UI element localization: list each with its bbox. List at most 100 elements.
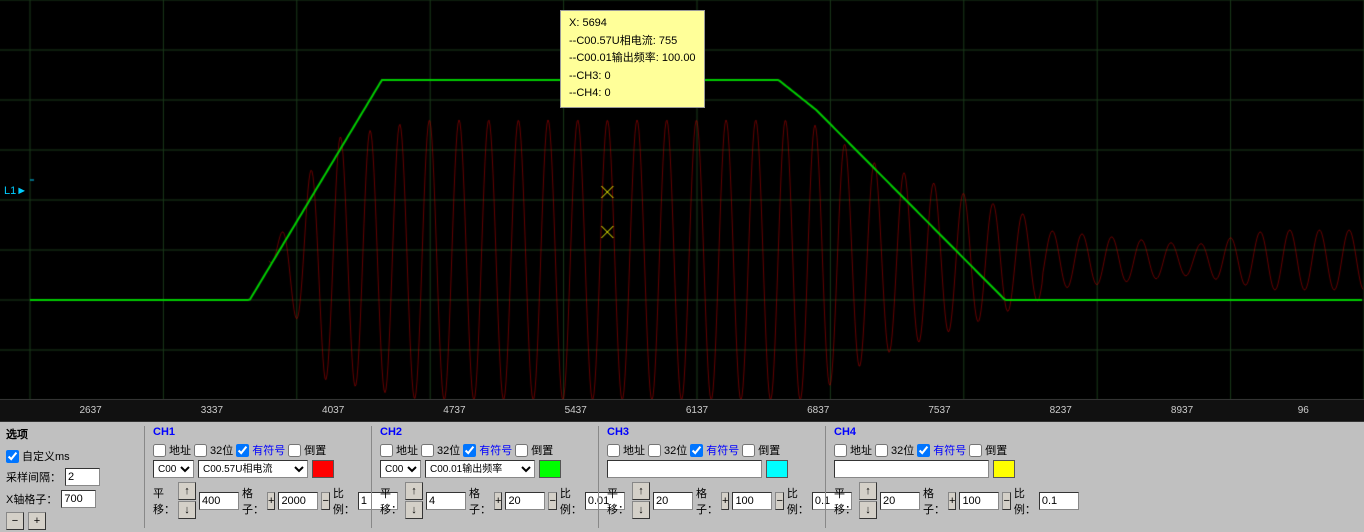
ch3-section: CH3 地址 32位 有符号 倒置 平移： ↑ ↓ 格子： + − 比 xyxy=(607,426,817,528)
ch2-grid-label: 格子： xyxy=(469,485,491,517)
ch3-32bit-check[interactable] xyxy=(648,444,661,457)
ch4-offset-up[interactable]: ↑ xyxy=(859,482,877,500)
ch2-signed-label: 有符号 xyxy=(479,442,512,458)
ch1-addr-check[interactable] xyxy=(153,444,166,457)
ch4-title: CH4 xyxy=(834,426,1044,438)
ch4-channel-input[interactable] xyxy=(834,460,989,478)
sample-input[interactable] xyxy=(65,468,100,486)
x-tick-5: 6137 xyxy=(636,405,757,416)
divider-2 xyxy=(371,426,372,528)
tooltip-ch2: --C00.01输出频率: 100.00 xyxy=(569,50,696,68)
xgrid-inc-btn[interactable]: + xyxy=(28,512,46,530)
xgrid-label: X轴格子： xyxy=(6,491,57,507)
ch4-signed-label: 有符号 xyxy=(933,442,966,458)
ch4-invert-check[interactable] xyxy=(969,444,982,457)
ch1-section: CH1 地址 32位 有符号 倒置 C00 C00.57U相电流 平移： ↑ ↓ xyxy=(153,426,363,528)
ch1-addr-label: 地址 xyxy=(169,442,191,458)
tooltip-ch4: --CH4: 0 xyxy=(569,85,696,103)
ch2-addr-check[interactable] xyxy=(380,444,393,457)
ch1-grid-label: 格子： xyxy=(242,485,264,517)
ch2-offset-up[interactable]: ↑ xyxy=(405,482,423,500)
ch3-offset-up[interactable]: ↑ xyxy=(632,482,650,500)
ch3-offset-label: 平移： xyxy=(607,485,629,517)
ch2-32bit-check[interactable] xyxy=(421,444,434,457)
xgrid-input[interactable] xyxy=(61,490,96,508)
ch1-offset-input[interactable] xyxy=(199,492,239,510)
ch4-scale-input[interactable] xyxy=(1039,492,1079,510)
y-label-l1: L1► xyxy=(4,185,27,197)
ch4-32bit-check[interactable] xyxy=(875,444,888,457)
ch3-grid-minus[interactable]: − xyxy=(775,492,783,510)
ch1-coo-select[interactable]: C00 xyxy=(153,460,194,478)
ch4-color-box[interactable] xyxy=(993,460,1015,478)
ch1-channel-select[interactable]: C00.57U相电流 xyxy=(198,460,308,478)
ch1-invert-label: 倒置 xyxy=(304,442,326,458)
ch2-grid-minus[interactable]: − xyxy=(548,492,556,510)
ch2-coo-select[interactable]: C00 xyxy=(380,460,421,478)
ch1-signed-check[interactable] xyxy=(236,444,249,457)
ch3-offset-input[interactable] xyxy=(653,492,693,510)
ch3-offset-down[interactable]: ↓ xyxy=(632,501,650,519)
ch4-addr-check[interactable] xyxy=(834,444,847,457)
ch3-signed-check[interactable] xyxy=(690,444,703,457)
xgrid-btns: − + xyxy=(6,512,136,530)
x-tick-3: 4737 xyxy=(394,405,515,416)
xgrid-dec-btn[interactable]: − xyxy=(6,512,24,530)
ch3-grid-label: 格子： xyxy=(696,485,718,517)
ch2-color-box[interactable] xyxy=(539,460,561,478)
ch2-scale-label: 比例： xyxy=(560,485,582,517)
ch1-grid-minus[interactable]: − xyxy=(321,492,329,510)
ch1-grid-plus[interactable]: + xyxy=(267,492,275,510)
xgrid-row: X轴格子： xyxy=(6,490,136,508)
ch3-channel-input[interactable] xyxy=(607,460,762,478)
ch1-signed-label: 有符号 xyxy=(252,442,285,458)
ch1-grid-input[interactable] xyxy=(278,492,318,510)
ch2-select-row: C00 C00.01输出频率 xyxy=(380,460,590,478)
ch1-32bit-check[interactable] xyxy=(194,444,207,457)
ch2-offset-down[interactable]: ↓ xyxy=(405,501,423,519)
ch3-grid-plus[interactable]: + xyxy=(721,492,729,510)
custom-ms-row: 自定义ms xyxy=(6,448,136,464)
ch1-offset-down[interactable]: ↓ xyxy=(178,501,196,519)
custom-ms-label: 自定义ms xyxy=(22,448,70,464)
ch2-grid-input[interactable] xyxy=(505,492,545,510)
divider-3 xyxy=(598,426,599,528)
ch1-scale-label: 比例： xyxy=(333,485,355,517)
ch2-invert-label: 倒置 xyxy=(531,442,553,458)
x-axis: 2637 3337 4037 4737 5437 6137 6837 7537 … xyxy=(0,400,1364,422)
ch1-checks: 地址 32位 有符号 倒置 xyxy=(153,442,363,458)
ch4-signed-check[interactable] xyxy=(917,444,930,457)
ch2-addr-label: 地址 xyxy=(396,442,418,458)
ch2-offset-input[interactable] xyxy=(426,492,466,510)
tooltip-ch1: --C00.57U相电流: 755 xyxy=(569,33,696,51)
ch3-addr-label: 地址 xyxy=(623,442,645,458)
ch4-grid-minus[interactable]: − xyxy=(1002,492,1010,510)
ch4-select-row xyxy=(834,460,1044,478)
options-title: 选项 xyxy=(6,426,136,442)
ch2-title: CH2 xyxy=(380,426,590,438)
ch4-grid-plus[interactable]: + xyxy=(948,492,956,510)
ch4-offset-input[interactable] xyxy=(880,492,920,510)
ch3-color-box[interactable] xyxy=(766,460,788,478)
ch2-section: CH2 地址 32位 有符号 倒置 C00 C00.01输出频率 平移： ↑ ↓ xyxy=(380,426,590,528)
divider-1 xyxy=(144,426,145,528)
custom-ms-checkbox[interactable] xyxy=(6,450,19,463)
ch2-grid-plus[interactable]: + xyxy=(494,492,502,510)
ch4-offset-down[interactable]: ↓ xyxy=(859,501,877,519)
x-tick-9: 8937 xyxy=(1121,405,1242,416)
ch2-signed-check[interactable] xyxy=(463,444,476,457)
ch1-invert-check[interactable] xyxy=(288,444,301,457)
ch3-addr-check[interactable] xyxy=(607,444,620,457)
ch4-32bit-label: 32位 xyxy=(891,442,914,458)
ch1-color-box[interactable] xyxy=(312,460,334,478)
x-tick-6: 6837 xyxy=(758,405,879,416)
tooltip-x: X: 5694 xyxy=(569,15,696,33)
ch3-invert-check[interactable] xyxy=(742,444,755,457)
ch1-offset-up[interactable]: ↑ xyxy=(178,482,196,500)
ch4-grid-input[interactable] xyxy=(959,492,999,510)
ch2-channel-select[interactable]: C00.01输出频率 xyxy=(425,460,535,478)
ch4-offset-label: 平移： xyxy=(834,485,856,517)
ch4-addr-label: 地址 xyxy=(850,442,872,458)
ch2-invert-check[interactable] xyxy=(515,444,528,457)
ch3-grid-input[interactable] xyxy=(732,492,772,510)
